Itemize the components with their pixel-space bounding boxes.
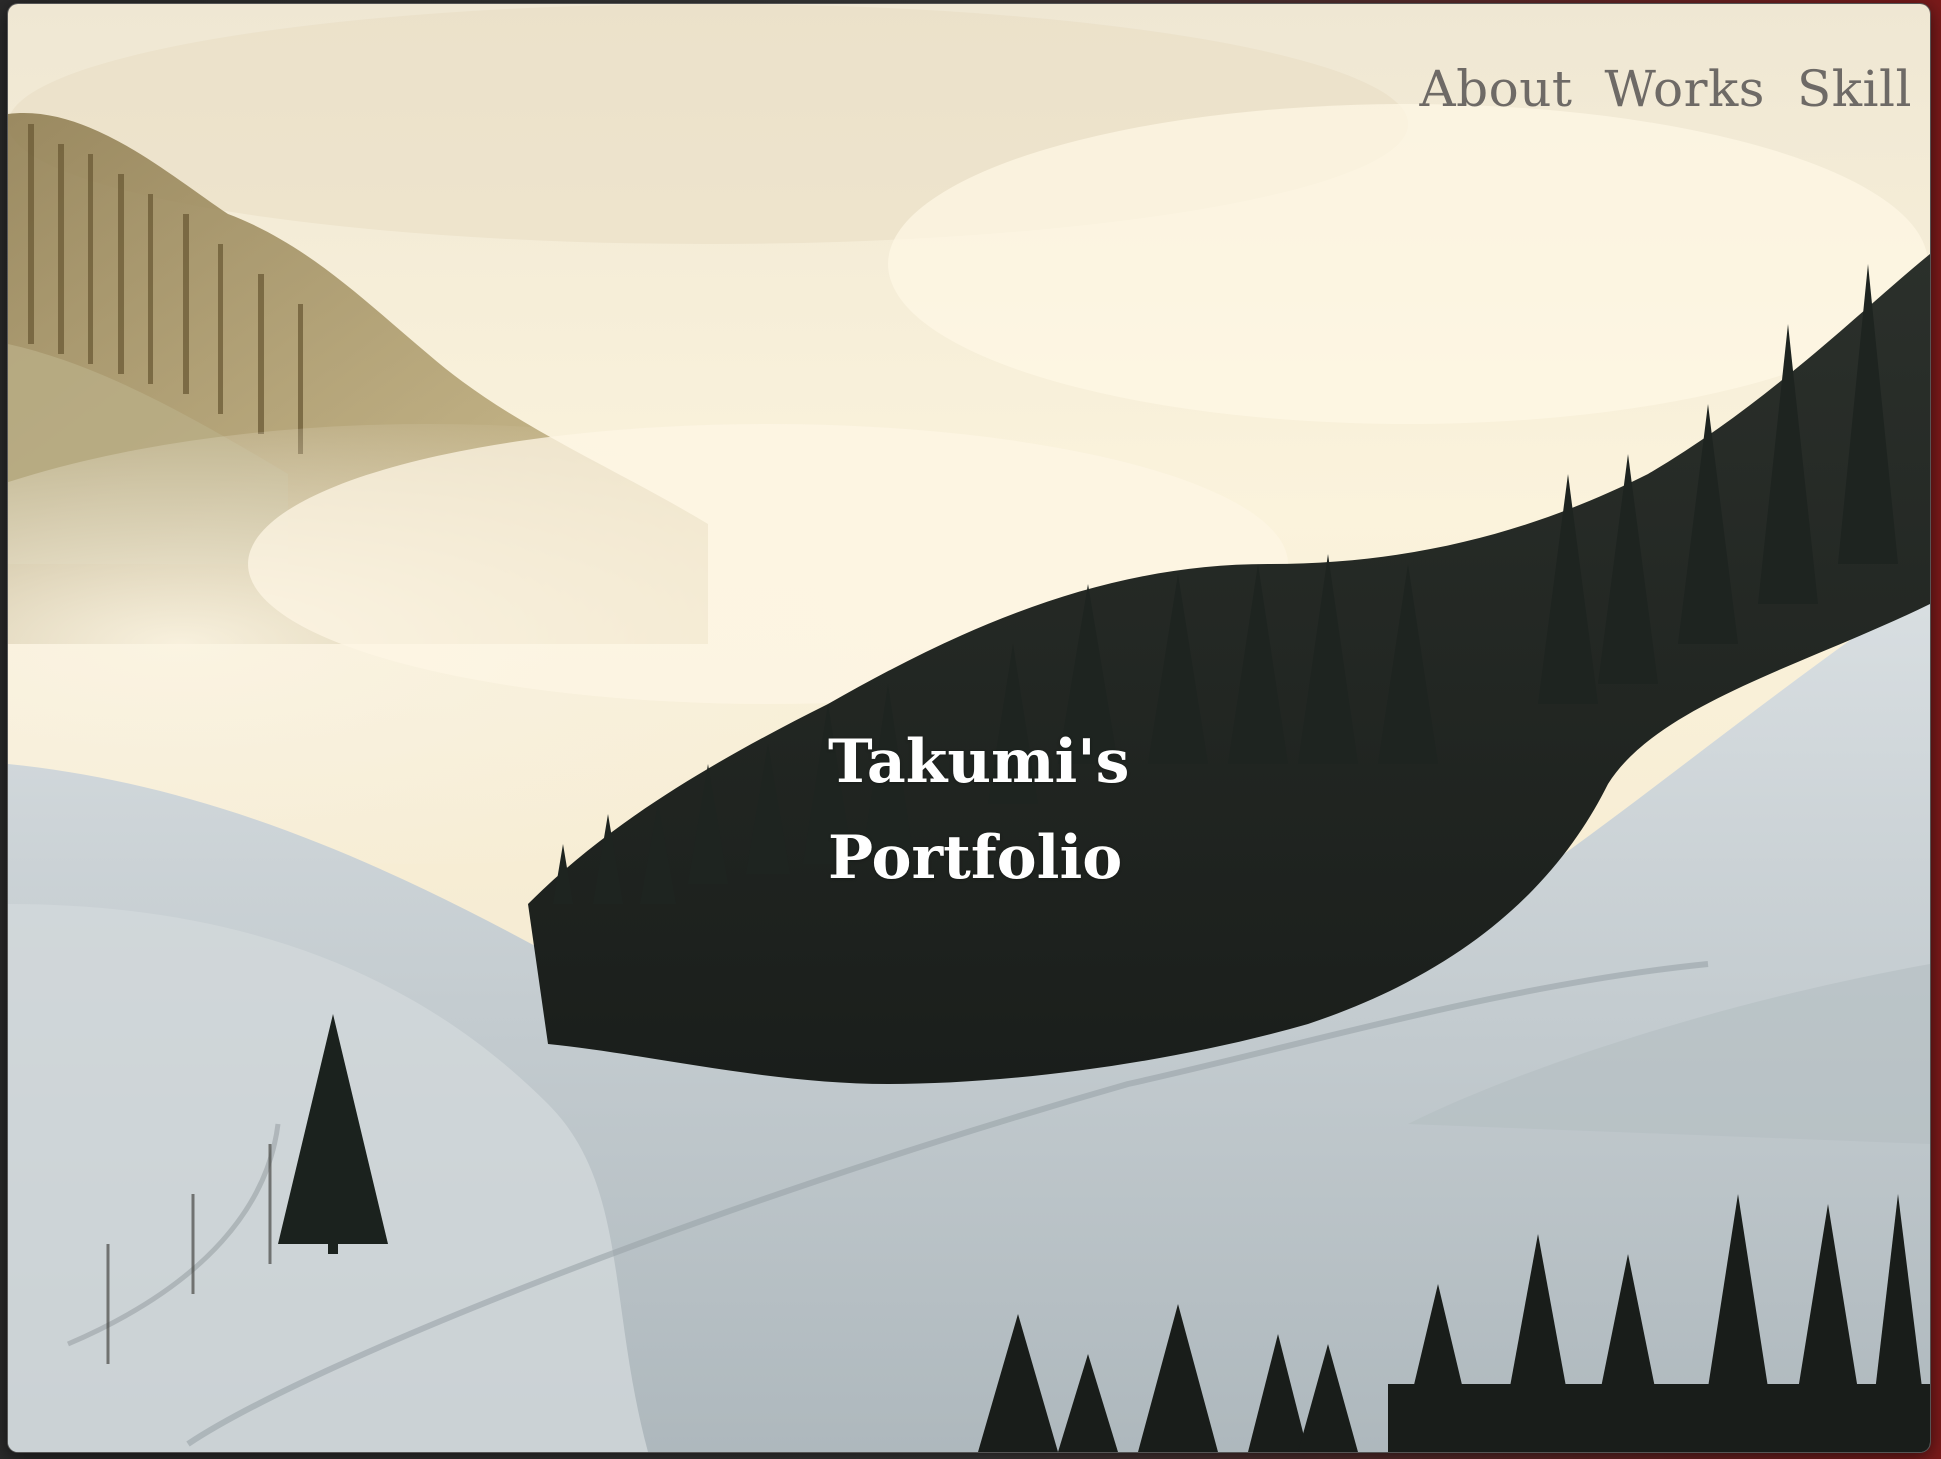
hero-title-line2: Portfolio xyxy=(828,823,1123,893)
hero-title-line1: Takumi's xyxy=(828,727,1130,797)
hero-title: Takumi's Portfolio xyxy=(828,714,1228,906)
nav-link-works[interactable]: Works xyxy=(1605,60,1765,118)
top-navigation: About Works Skill xyxy=(1419,60,1912,118)
nav-link-about[interactable]: About xyxy=(1419,60,1572,118)
nav-link-skill[interactable]: Skill xyxy=(1797,60,1912,118)
hero-section: About Works Skill Takumi's Portfolio xyxy=(8,4,1930,1452)
browser-window: About Works Skill Takumi's Portfolio xyxy=(8,4,1930,1452)
